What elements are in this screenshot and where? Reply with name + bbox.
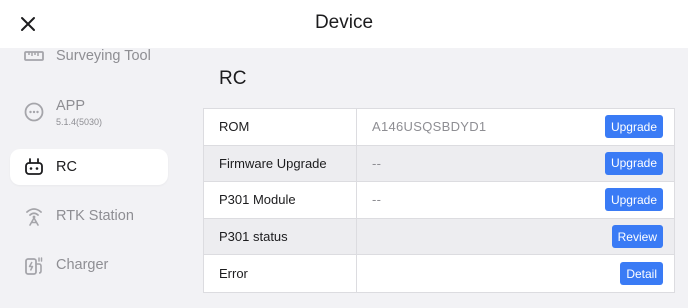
row-label: Firmware Upgrade	[204, 145, 357, 182]
rc-info-table: ROM A146USQSBDYD1 Upgrade Firmware Upgra…	[203, 108, 675, 293]
rtk-station-icon	[22, 204, 46, 228]
p301-status-review-button[interactable]: Review	[611, 225, 663, 249]
sidebar-item-app[interactable]: APP 5.1.4(5030)	[10, 92, 168, 132]
table-row-p301-status: P301 status Review	[204, 218, 674, 256]
sidebar-item-charger[interactable]: Charger	[10, 247, 168, 283]
table-row-rom: ROM A146USQSBDYD1 Upgrade	[204, 109, 674, 146]
row-label: Error	[204, 255, 357, 292]
rom-upgrade-button[interactable]: Upgrade	[604, 115, 663, 139]
table-row-firmware-upgrade: Firmware Upgrade -- Upgrade	[204, 145, 674, 183]
row-label: P301 status	[204, 218, 357, 255]
sidebar: Surveying Tool APP 5.1.4(5030) RC RTK St…	[0, 48, 178, 308]
ruler-icon	[22, 48, 46, 68]
sidebar-item-label: APP	[56, 97, 86, 114]
firmware-upgrade-button[interactable]: Upgrade	[604, 151, 663, 175]
sidebar-item-label: Surveying Tool	[56, 48, 151, 64]
sidebar-item-rtk-station[interactable]: RTK Station	[10, 198, 168, 234]
app-circle-icon	[22, 100, 46, 124]
sidebar-item-label: RTK Station	[56, 208, 134, 224]
sidebar-item-label: RC	[56, 159, 77, 175]
header-bar: Device	[0, 0, 688, 48]
page-title: Device	[314, 12, 374, 33]
sidebar-item-surveying-tool[interactable]: Surveying Tool	[10, 48, 168, 74]
table-row-p301-module: P301 Module -- Upgrade	[204, 182, 674, 219]
charger-icon	[22, 253, 46, 277]
row-label: ROM	[204, 109, 357, 145]
section-title: RC	[219, 68, 247, 89]
sidebar-item-rc[interactable]: RC	[10, 149, 168, 185]
sidebar-item-label: Charger	[56, 257, 109, 273]
row-label: P301 Module	[204, 182, 357, 218]
remote-controller-icon	[22, 155, 46, 179]
p301-module-upgrade-button[interactable]: Upgrade	[604, 188, 663, 212]
error-detail-button[interactable]: Detail	[620, 262, 663, 286]
app-version-text: 5.1.4(5030)	[56, 116, 103, 127]
device-screen: Device Surveying Tool APP 5.1.4(5030) RC…	[0, 0, 688, 308]
table-row-error: Error Detail	[204, 255, 674, 292]
device-details-panel: RC ROM A146USQSBDYD1 Upgrade Firmware Up…	[178, 48, 688, 308]
